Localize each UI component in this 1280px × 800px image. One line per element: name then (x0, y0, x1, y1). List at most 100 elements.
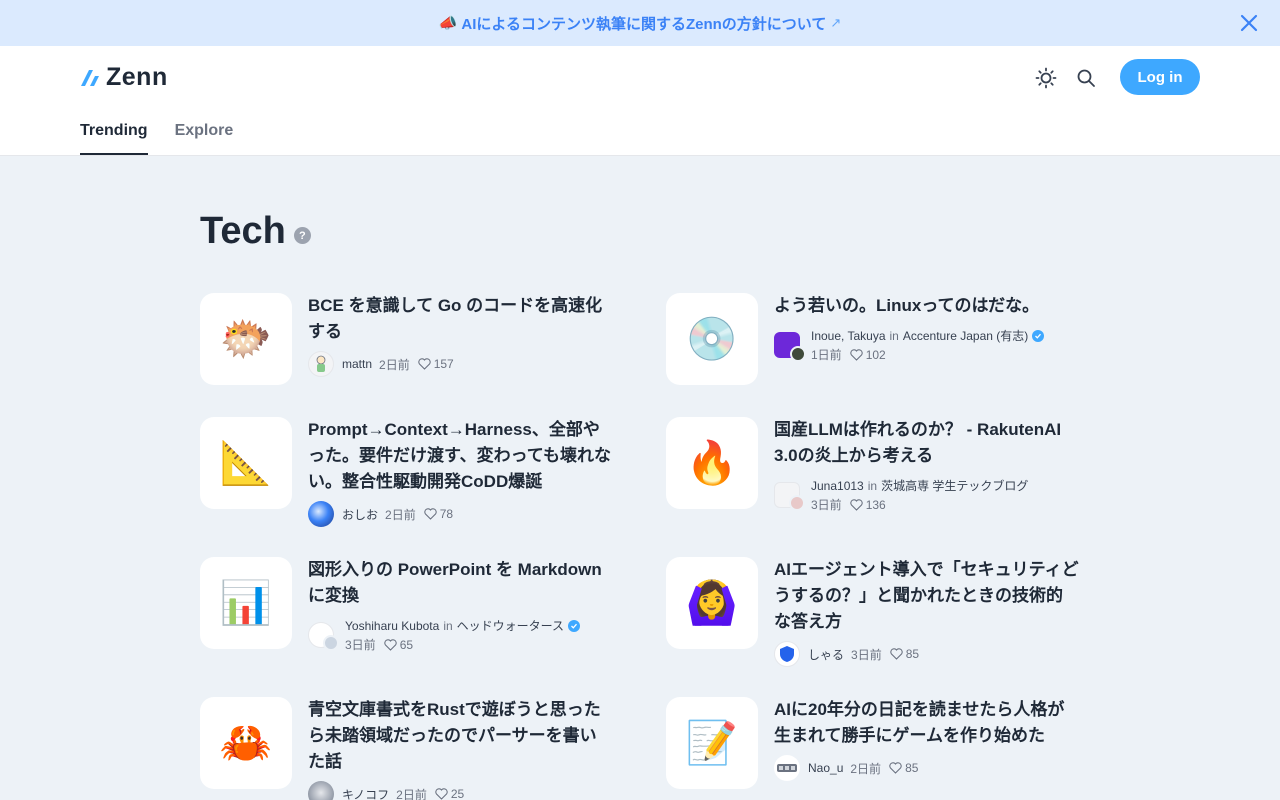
publication-name[interactable]: Accenture Japan (有志) (903, 327, 1028, 344)
published-date: 1日前 (811, 348, 842, 362)
tab-trending[interactable]: Trending (80, 110, 148, 155)
published-date: 3日前 (851, 647, 882, 662)
article-emoji: 🦀 (200, 697, 292, 789)
tab-explore[interactable]: Explore (175, 110, 234, 155)
publication-avatar[interactable] (774, 482, 805, 511)
close-icon (1240, 14, 1258, 32)
login-button[interactable]: Log in (1120, 59, 1200, 95)
author-avatar[interactable] (308, 501, 334, 527)
article-emoji: 📝 (666, 697, 758, 789)
like-count-value: 136 (865, 497, 886, 512)
shield-icon (780, 646, 794, 662)
heart-icon (435, 788, 448, 800)
heart-icon (889, 762, 902, 774)
megaphone-icon: 📣 (438, 15, 458, 32)
author-avatar[interactable] (789, 495, 805, 511)
published-date: 3日前 (345, 638, 376, 652)
announcement-link[interactable]: 📣 AIによるコンテンツ執筆に関するZennの方針について ↗ (439, 13, 842, 34)
publication-name[interactable]: ヘッドウォータース (457, 617, 564, 634)
site-header: Zenn Log in Trending Explore (0, 46, 1280, 156)
sun-icon (1035, 67, 1057, 89)
like-count: 78 (424, 507, 453, 521)
article-card[interactable]: 🦀 青空文庫書式をRustで遊ぼうと思ったら未踏領域だったのでパーサーを書いた話… (200, 697, 620, 800)
author-name[interactable]: Inoue, Takuya (811, 329, 886, 343)
like-count-value: 157 (433, 357, 454, 371)
heart-icon (384, 638, 397, 651)
like-count: 65 (384, 638, 413, 652)
help-icon[interactable]: ? (293, 227, 311, 244)
article-emoji: 🙆‍♀️ (666, 557, 758, 649)
published-date: 2日前 (385, 507, 416, 522)
article-card[interactable]: 📐 Prompt→Context→Harness、全部やった。要件だけ渡す、変わ… (200, 417, 620, 527)
heart-icon (850, 498, 863, 511)
author-name[interactable]: しゃる (808, 646, 844, 663)
article-emoji: 💿 (666, 293, 758, 385)
heart-icon (424, 508, 437, 520)
author-avatar[interactable] (790, 346, 806, 362)
in-label: in (443, 618, 453, 633)
publication-avatar[interactable] (308, 622, 339, 651)
section-heading: Tech ? (200, 210, 311, 253)
announcement-banner: 📣 AIによるコンテンツ執筆に関するZennの方針について ↗ (0, 0, 1280, 46)
article-title[interactable]: BCE を意識して Go のコードを高速化する (308, 293, 613, 345)
published-date: 2日前 (379, 357, 410, 372)
search-icon (1077, 69, 1095, 87)
publication-name[interactable]: 茨城高専 学生テックブログ (881, 477, 1028, 494)
main-tabs: Trending Explore (80, 110, 233, 155)
search-button[interactable] (1074, 66, 1098, 90)
article-card[interactable]: 🙆‍♀️ AIエージェント導入で「セキュリティどうするの？」と聞かれたときの技術… (666, 557, 1086, 667)
heart-icon (418, 358, 431, 370)
like-count-value: 102 (865, 347, 886, 362)
verified-icon (1032, 329, 1045, 342)
author-name[interactable]: mattn (342, 357, 372, 371)
article-card[interactable]: 📊 図形入りの PowerPoint を Markdown に変換 Yoshih… (200, 557, 620, 653)
heart-icon (890, 648, 903, 660)
article-card[interactable]: 🔥 国産LLMは作れるのか？ - RakutenAI 3.0の炎上から考える J… (666, 417, 1086, 513)
heart-icon (850, 348, 863, 361)
like-count: 102 (850, 348, 886, 362)
article-emoji: 🐡 (200, 293, 292, 385)
author-avatar[interactable] (308, 781, 334, 800)
like-count: 85 (889, 761, 918, 775)
author-avatar[interactable] (774, 755, 800, 781)
like-count-value: 85 (905, 647, 920, 661)
announcement-text: AIによるコンテンツ執筆に関するZennの方針について (461, 15, 827, 33)
in-label: in (889, 328, 899, 343)
author-name[interactable]: Yoshiharu Kubota (345, 619, 439, 633)
article-emoji: 🔥 (666, 417, 758, 509)
article-emoji: 📐 (200, 417, 292, 509)
article-title[interactable]: よう若いの。Linuxってのはだな。 (774, 293, 1079, 319)
external-link-icon: ↗ (830, 15, 842, 30)
article-title[interactable]: 青空文庫書式をRustで遊ぼうと思ったら未踏領域だったのでパーサーを書いた話 (308, 697, 613, 775)
like-count-value: 78 (439, 507, 454, 521)
theme-toggle-button[interactable] (1034, 66, 1058, 90)
verified-icon (568, 619, 581, 632)
like-count-value: 85 (905, 761, 919, 775)
logo-text: Zenn (106, 62, 168, 91)
article-card[interactable]: 🐡 BCE を意識して Go のコードを高速化する mattn 2日前 157 (200, 293, 620, 385)
publication-avatar[interactable] (774, 332, 806, 362)
author-name[interactable]: おしお (342, 506, 378, 523)
article-card[interactable]: 💿 よう若いの。Linuxってのはだな。 Inoue, Takuya in Ac… (666, 293, 1086, 385)
author-name[interactable]: Juna1013 (811, 479, 864, 493)
article-title[interactable]: 図形入りの PowerPoint を Markdown に変換 (308, 557, 613, 609)
article-card[interactable]: 📝 AIに20年分の日記を読ませたら人格が生まれて勝手にゲームを作り始めた Na… (666, 697, 1086, 789)
like-count: 136 (850, 498, 886, 512)
author-avatar[interactable] (308, 351, 334, 377)
author-name[interactable]: キノコフ (342, 786, 389, 800)
author-avatar[interactable] (774, 641, 800, 667)
article-title[interactable]: AIに20年分の日記を読ませたら人格が生まれて勝手にゲームを作り始めた (774, 697, 1079, 749)
published-date: 2日前 (850, 761, 882, 776)
article-title[interactable]: AIエージェント導入で「セキュリティどうするの？」と聞かれたときの技術的な答え方 (774, 557, 1079, 635)
article-title[interactable]: Prompt→Context→Harness、全部やった。要件だけ渡す、変わって… (308, 417, 613, 495)
zenn-logo[interactable]: Zenn (80, 62, 168, 91)
article-emoji: 📊 (200, 557, 292, 649)
like-count: 85 (890, 647, 919, 661)
author-avatar[interactable] (323, 635, 339, 651)
like-count: 157 (418, 357, 454, 371)
like-count-value: 25 (450, 787, 465, 800)
article-title[interactable]: 国産LLMは作れるのか？ - RakutenAI 3.0の炎上から考える (774, 417, 1079, 469)
author-name[interactable]: Nao_u (808, 761, 843, 775)
close-banner-button[interactable] (1236, 10, 1262, 36)
published-date: 3日前 (811, 498, 842, 512)
